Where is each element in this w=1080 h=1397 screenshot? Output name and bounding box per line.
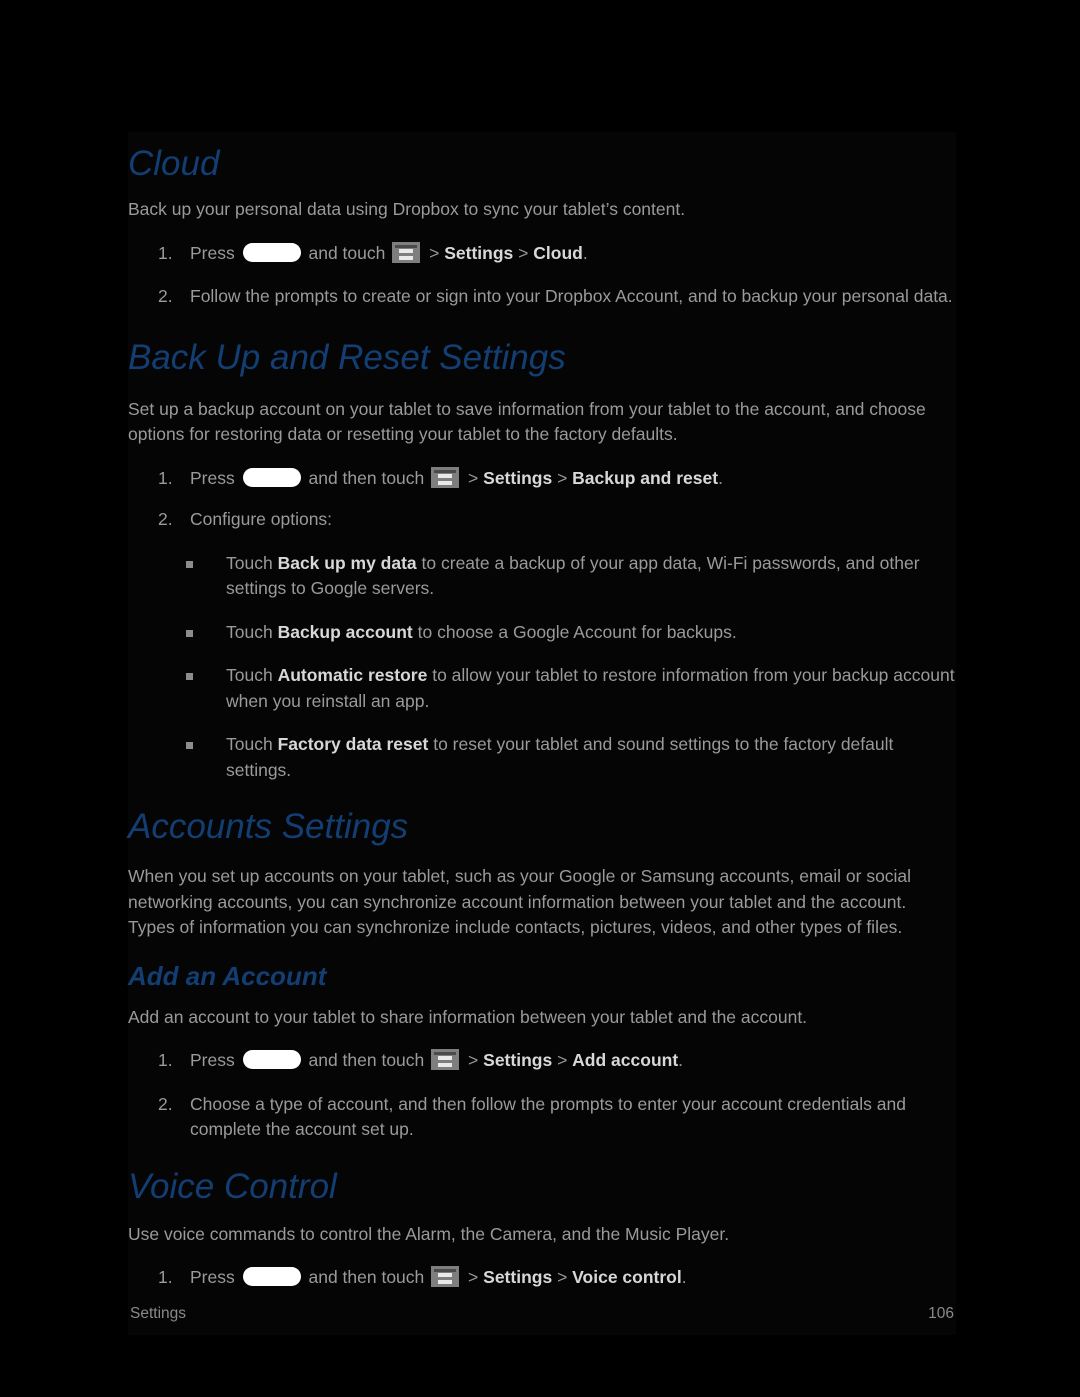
step-bold-1: Settings xyxy=(483,467,553,488)
footer-section-label: Settings xyxy=(130,1305,187,1322)
backup-reset-intro-paragraph: Set up a backup account on your tablet t… xyxy=(128,398,926,445)
page-footer: Settings 106 xyxy=(128,1299,956,1323)
accounts-intro-paragraph: When you set up accounts on your tablet,… xyxy=(128,866,912,937)
backup-reset-step-2: 2. Configure options: xyxy=(128,507,956,533)
step-number: 1. xyxy=(158,1267,173,1287)
menu-key-icon xyxy=(431,1266,460,1287)
menu-key-icon xyxy=(431,466,460,488)
subheading-add-an-account: Add an Account xyxy=(128,960,327,991)
step-bold-1: Settings xyxy=(483,1050,553,1070)
step-text-post: and then touch xyxy=(308,1050,425,1070)
cloud-intro-paragraph: Back up your personal data using Dropbox… xyxy=(128,199,686,219)
bullet-bold: Factory data reset xyxy=(277,734,429,754)
step-number: 1. xyxy=(158,1050,173,1070)
square-bullet-icon xyxy=(186,629,193,637)
backup-reset-step-1: 1. Press and then touch > Settings > Bac… xyxy=(128,466,956,492)
page-content: Cloud Back up your personal data using D… xyxy=(128,132,956,1335)
step-number: 2. xyxy=(158,509,173,529)
heading-accounts-settings: Accounts Settings xyxy=(128,807,409,846)
square-bullet-icon xyxy=(186,742,193,749)
step-number: 2. xyxy=(158,286,173,306)
heading-backup-reset: Back Up and Reset Settings xyxy=(128,337,566,377)
home-key-icon xyxy=(242,242,301,262)
step-separator-1: > xyxy=(468,1267,479,1287)
step-text: Choose a type of account, and then follo… xyxy=(190,1093,906,1140)
step-separator-1: > xyxy=(468,467,479,488)
step-text-post: and touch xyxy=(308,242,386,263)
heading-voice-control: Voice Control xyxy=(128,1166,337,1206)
bullet-bold: Automatic restore xyxy=(277,665,428,685)
document-page: Cloud Back up your personal data using D… xyxy=(0,0,1080,1397)
bullet-text-pre: Touch xyxy=(226,552,273,573)
step-separator-2: > xyxy=(557,1050,568,1070)
content-panel: Cloud Back up your personal data using D… xyxy=(128,132,956,1335)
step-separator-2: > xyxy=(557,467,568,488)
add-account-step-1: 1. Press and then touch > Settings > Add… xyxy=(128,1048,956,1074)
backup-bullet-3: Touch Automatic restore to allow your ta… xyxy=(128,663,956,714)
step-bold-2: Backup and reset xyxy=(572,467,719,488)
square-bullet-icon xyxy=(186,673,193,680)
square-bullet-icon xyxy=(186,560,193,568)
step-text: Follow the prompts to create or sign int… xyxy=(190,286,953,306)
voice-control-step-1: 1. Press and then touch > Settings > Voi… xyxy=(128,1265,956,1291)
step-period: . xyxy=(681,1267,687,1287)
step-separator-1: > xyxy=(468,1050,479,1070)
home-key-icon xyxy=(242,1267,301,1286)
backup-bullet-1: Touch Back up my data to create a backup… xyxy=(128,551,956,602)
add-account-intro-paragraph: Add an account to your tablet to share i… xyxy=(128,1006,808,1027)
step-text-post: and then touch xyxy=(308,467,425,488)
bullet-bold: Back up my data xyxy=(277,552,417,573)
step-bold-1: Settings xyxy=(483,1267,553,1287)
step-number: 1. xyxy=(158,467,173,488)
heading-cloud: Cloud xyxy=(128,144,220,183)
step-bold-2: Add account xyxy=(572,1050,679,1070)
add-account-step-2: 2. Choose a type of account, and then fo… xyxy=(128,1092,956,1143)
step-separator-2: > xyxy=(518,242,529,263)
cloud-step-2: 2. Follow the prompts to create or sign … xyxy=(128,284,956,310)
voice-control-intro-paragraph: Use voice commands to control the Alarm,… xyxy=(128,1223,730,1244)
bullet-bold: Backup account xyxy=(277,621,413,642)
cloud-step-1: 1. Press and touch > Settings > Cloud. xyxy=(128,241,956,267)
footer-page-number: 106 xyxy=(928,1305,954,1322)
step-text-post: and then touch xyxy=(308,1267,425,1287)
step-text: Configure options: xyxy=(190,509,333,529)
menu-key-icon xyxy=(392,241,421,263)
step-text-pre: Press xyxy=(190,467,235,488)
menu-key-icon xyxy=(431,1049,460,1070)
step-bold-2: Voice control xyxy=(572,1267,682,1287)
bullet-text-pre: Touch xyxy=(226,621,273,642)
step-bold-2: Cloud xyxy=(533,242,583,263)
home-key-icon xyxy=(242,1050,301,1069)
step-separator-1: > xyxy=(429,242,440,263)
bullet-text-post: to choose a Google Account for backups. xyxy=(417,621,737,642)
step-bold-1: Settings xyxy=(444,242,514,263)
step-text-pre: Press xyxy=(190,1267,235,1287)
backup-bullet-2: Touch Backup account to choose a Google … xyxy=(128,620,956,646)
step-separator-2: > xyxy=(557,1267,568,1287)
step-period: . xyxy=(718,467,723,488)
backup-bullet-4: Touch Factory data reset to reset your t… xyxy=(128,732,956,783)
step-number: 1. xyxy=(158,242,173,263)
step-period: . xyxy=(582,242,588,263)
step-text-pre: Press xyxy=(190,242,235,263)
bullet-text-pre: Touch xyxy=(226,734,273,754)
step-number: 2. xyxy=(158,1093,173,1114)
step-text-pre: Press xyxy=(190,1050,235,1070)
home-key-icon xyxy=(242,467,301,487)
step-period: . xyxy=(678,1050,684,1070)
bullet-text-pre: Touch xyxy=(226,665,273,685)
